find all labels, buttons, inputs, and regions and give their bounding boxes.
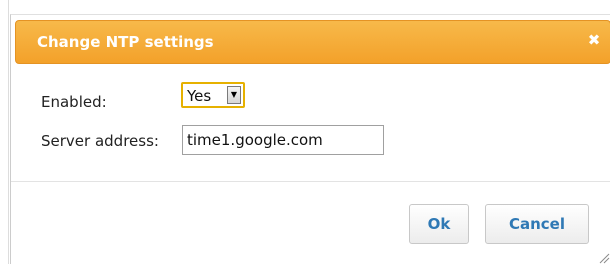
- enabled-label: Enabled:: [41, 93, 107, 111]
- resize-handle-icon[interactable]: [598, 252, 610, 264]
- background-page: [0, 0, 10, 264]
- dropdown-arrow-icon[interactable]: ▼: [227, 86, 241, 104]
- cancel-button[interactable]: Cancel: [485, 204, 589, 244]
- dialog-titlebar[interactable]: Change NTP settings ✖: [15, 20, 610, 64]
- dialog-title: Change NTP settings: [37, 33, 214, 51]
- dialog-footer-divider: [11, 181, 610, 182]
- ok-button[interactable]: Ok: [409, 204, 469, 244]
- server-address-label: Server address:: [41, 132, 159, 150]
- enabled-select[interactable]: Yes ▼: [181, 82, 245, 108]
- background-divider: [8, 0, 9, 264]
- server-address-input[interactable]: time1.google.com: [182, 125, 384, 155]
- enabled-select-value: Yes: [187, 87, 212, 105]
- close-icon[interactable]: ✖: [584, 30, 604, 50]
- ntp-settings-dialog: Change NTP settings ✖ Enabled: Yes ▼ Ser…: [10, 14, 610, 264]
